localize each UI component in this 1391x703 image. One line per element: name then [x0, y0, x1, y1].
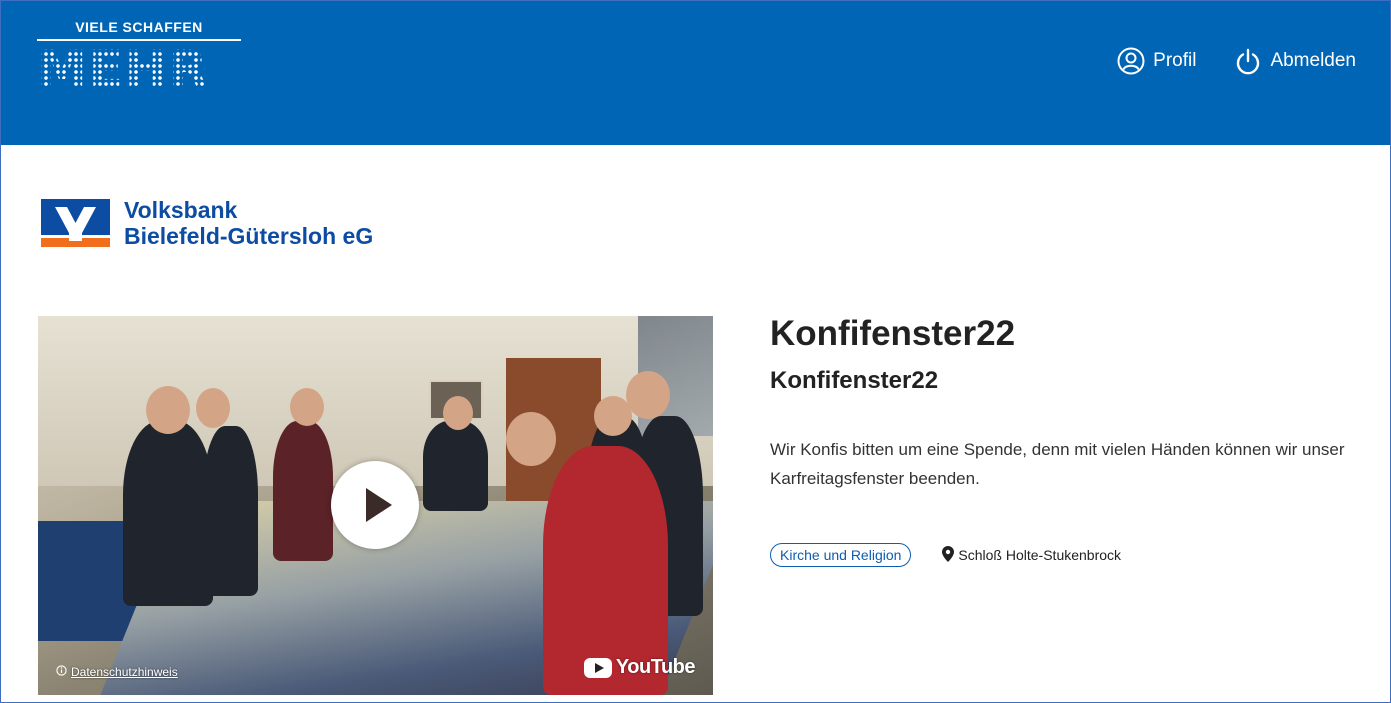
logout-link[interactable]: Abmelden — [1234, 47, 1356, 75]
youtube-logo[interactable]: YouTube — [583, 656, 696, 679]
user-icon — [1117, 47, 1145, 75]
project-details: Konfifenster22 Konfifenster22 Wir Konfis… — [770, 313, 1370, 567]
video-thumbnail-person — [273, 421, 333, 561]
category-tag[interactable]: Kirche und Religion — [770, 543, 912, 567]
bank-name-line1: Volksbank — [124, 197, 238, 223]
power-icon — [1234, 47, 1262, 75]
brand-tagline: VIELE SCHAFFEN — [37, 19, 241, 41]
privacy-notice-link[interactable]: Datenschutzhinweis — [56, 665, 178, 679]
video-thumbnail-head — [196, 388, 230, 428]
project-meta: Kirche und Religion Schloß Holte-Stukenb… — [770, 543, 1370, 567]
page-frame: VIELE SCHAFFEN MEHR Profil Abmelden Volk… — [0, 0, 1391, 703]
map-pin-icon — [942, 545, 955, 565]
youtube-play-icon — [583, 657, 612, 678]
header-nav: Profil Abmelden — [1117, 47, 1356, 75]
video-thumbnail-person — [123, 421, 213, 606]
bank-name: Volksbank Bielefeld-Gütersloh eG — [124, 197, 373, 249]
profile-link[interactable]: Profil — [1117, 47, 1196, 75]
volksbank-logo-icon — [41, 199, 110, 247]
video-thumbnail-head — [626, 371, 670, 419]
project-title: Konfifenster22 — [770, 314, 1016, 353]
youtube-label: YouTube — [615, 656, 696, 678]
brand-wordmark: MEHR — [37, 44, 249, 94]
location: Schloß Holte-Stukenbrock — [942, 545, 1122, 565]
project-description: Wir Konfis bitten um eine Spende, denn m… — [770, 440, 1345, 488]
bank-name-line2: Bielefeld-Gütersloh eG — [124, 223, 374, 249]
logout-label: Abmelden — [1270, 50, 1356, 71]
video-thumbnail-head — [290, 388, 324, 426]
video-thumbnail-person — [423, 421, 488, 511]
privacy-notice-label: Datenschutzhinweis — [71, 665, 178, 679]
video-thumbnail-head — [146, 386, 190, 434]
location-label: Schloß Holte-Stukenbrock — [958, 547, 1122, 563]
project-subtitle: Konfifenster22 — [770, 367, 939, 394]
brand-logo[interactable]: VIELE SCHAFFEN MEHR — [37, 19, 249, 94]
bank-logo: Volksbank Bielefeld-Gütersloh eG — [41, 197, 373, 249]
site-header: VIELE SCHAFFEN MEHR Profil Abmelden — [1, 1, 1390, 145]
video-thumbnail-person — [203, 426, 258, 596]
info-icon — [56, 665, 67, 679]
video-thumbnail-head — [506, 412, 556, 466]
video-thumbnail-head — [443, 396, 473, 430]
profile-label: Profil — [1153, 50, 1197, 71]
play-button[interactable] — [331, 461, 419, 549]
project-video[interactable]: Datenschutzhinweis YouTube — [38, 316, 713, 695]
